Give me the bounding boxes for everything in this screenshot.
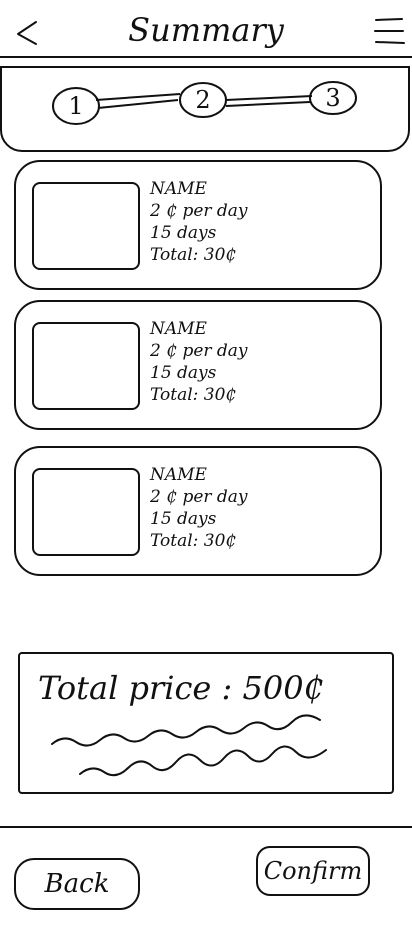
item-name: NAME xyxy=(150,319,207,339)
placeholder-text-scribble xyxy=(51,714,327,777)
footer-divider xyxy=(0,826,412,828)
item-card-1[interactable]: NAME 2 ₵ per day 15 days Total: 30₵ xyxy=(14,160,382,290)
item-duration: 15 days xyxy=(150,363,217,383)
page-title: Summary xyxy=(128,11,284,49)
step-1[interactable]: 1 xyxy=(54,88,98,124)
item-price: 2 ₵ per day xyxy=(150,487,248,507)
header: Summary xyxy=(0,0,412,60)
item-total: Total: 30₵ xyxy=(150,385,237,405)
item-name: NAME xyxy=(150,465,207,485)
item-image xyxy=(32,468,140,556)
item-details: NAME 2 ₵ per day 15 days Total: 30₵ xyxy=(150,318,370,406)
item-total: Total: 30₵ xyxy=(150,531,237,551)
item-details: NAME 2 ₵ per day 15 days Total: 30₵ xyxy=(150,178,370,266)
item-card-2[interactable]: NAME 2 ₵ per day 15 days Total: 30₵ xyxy=(14,300,382,430)
item-name: NAME xyxy=(150,179,207,199)
item-image xyxy=(32,322,140,410)
back-button[interactable]: Back xyxy=(14,858,140,910)
step-3[interactable]: 3 xyxy=(311,80,355,116)
step-2[interactable]: 2 xyxy=(181,82,225,118)
total-price-box: Total price : 500₵ xyxy=(18,652,394,794)
item-details: NAME 2 ₵ per day 15 days Total: 30₵ xyxy=(150,464,370,552)
item-duration: 15 days xyxy=(150,223,217,243)
item-total: Total: 30₵ xyxy=(150,245,237,265)
item-duration: 15 days xyxy=(150,509,217,529)
confirm-button[interactable]: Confirm xyxy=(256,846,370,896)
header-divider xyxy=(0,56,412,58)
progress-stepper: 1 2 3 xyxy=(0,66,410,152)
item-card-3[interactable]: NAME 2 ₵ per day 15 days Total: 30₵ xyxy=(14,446,382,576)
item-price: 2 ₵ per day xyxy=(150,201,248,221)
hamburger-menu-icon[interactable] xyxy=(372,14,406,48)
item-image xyxy=(32,182,140,270)
total-price-label: Total price : 500₵ xyxy=(38,669,324,707)
item-price: 2 ₵ per day xyxy=(150,341,248,361)
